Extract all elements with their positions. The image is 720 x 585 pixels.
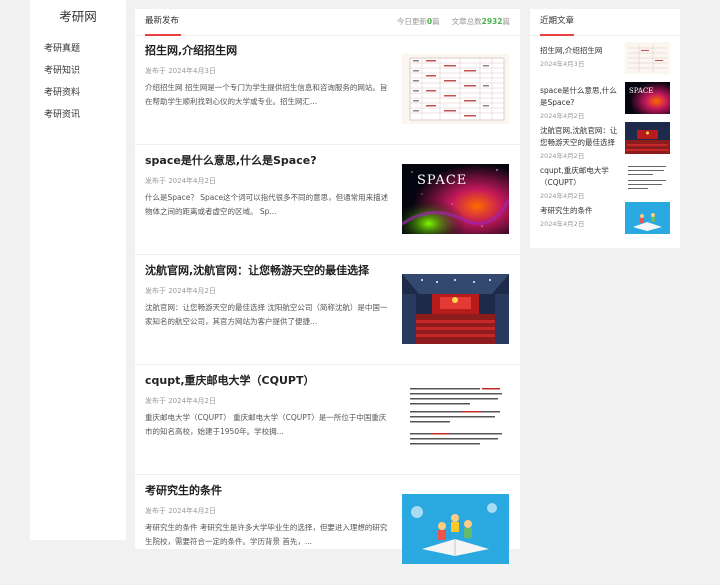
nav-item-materials[interactable]: 考研资料 bbox=[44, 82, 126, 104]
post-excerpt: 沈航官网：让您畅游天空的最佳选择 沈阳航空公司（简称沈航）是中国一家知名的航空公… bbox=[145, 303, 388, 326]
post-date: 发布于 2024年4月2日 bbox=[145, 507, 216, 515]
post-item: 考研究生的条件 发布于 2024年4月2日 考研究生的条件 考研究生是许多大学毕… bbox=[135, 476, 520, 585]
main-header: 最新发布 今日更新0篇 文章总数2932篇 bbox=[135, 9, 520, 36]
post-date: 发布于 2024年4月2日 bbox=[145, 287, 216, 295]
post-excerpt: 什么是Space？ Space这个词可以指代很多不同的意思，但通常用来描述物体之… bbox=[145, 193, 389, 216]
recent-posts-title: 近期文章 bbox=[540, 9, 575, 36]
text-document-thumb[interactable] bbox=[625, 162, 670, 194]
post-stats: 今日更新0篇 文章总数2932篇 bbox=[397, 9, 510, 34]
total-prefix: 文章总数 bbox=[451, 17, 482, 26]
post-date: 发布于 2024年4月2日 bbox=[145, 177, 216, 185]
post-title[interactable]: 沈航官网,沈航官网：让您畅游天空的最佳选择 bbox=[145, 262, 390, 278]
nav-item-news[interactable]: 考研资讯 bbox=[44, 104, 126, 126]
recent-post-title[interactable]: 沈航官网,沈航官网：让您畅游天空的最佳选择 bbox=[540, 125, 622, 149]
students-illustration-image[interactable] bbox=[402, 494, 509, 564]
post-item: 招生网,介绍招生网 发布于 2024年4月3日 介绍招生网 招生网是一个专门为学… bbox=[135, 36, 520, 145]
post-excerpt: 重庆邮电大学（CQUPT） 重庆邮电大学（CQUPT）是一所位于中国重庆市的知名… bbox=[145, 413, 387, 436]
table-document-thumb[interactable] bbox=[625, 42, 670, 74]
nav-item-knowledge[interactable]: 考研知识 bbox=[44, 60, 126, 82]
post-excerpt: 介绍招生网 招生网是一个专门为学生提供招生信息和咨询服务的网站。旨在帮助学生顺利… bbox=[145, 83, 388, 106]
post-title[interactable]: 招生网,介绍招生网 bbox=[145, 42, 390, 58]
post-date: 发布于 2024年4月2日 bbox=[145, 397, 216, 405]
table-document-image[interactable] bbox=[402, 54, 509, 124]
recent-posts-header: 近期文章 bbox=[530, 9, 680, 36]
space-thumb-text: SPACE bbox=[417, 173, 467, 188]
nav-item-exam-papers[interactable]: 考研真题 bbox=[44, 38, 126, 60]
today-prefix: 今日更新 bbox=[396, 17, 427, 26]
recent-post-item: 招生网,介绍招生网 2024年4月3日 bbox=[540, 36, 670, 76]
post-title[interactable]: space是什么意思,什么是Space? bbox=[145, 152, 390, 168]
recent-post-title[interactable]: space是什么意思,什么是Space? bbox=[540, 85, 622, 109]
recent-post-item: 沈航官网,沈航官网：让您畅游天空的最佳选择 2024年4月2日 bbox=[540, 116, 670, 160]
recent-post-item: cqupt,重庆邮电大学（CQUPT） 2024年4月2日 bbox=[540, 156, 670, 200]
recent-post-item: space是什么意思,什么是Space? 2024年4月2日 SPACE bbox=[540, 76, 670, 120]
latest-posts-title: 最新发布 bbox=[145, 9, 182, 36]
text-document-image[interactable] bbox=[402, 384, 509, 454]
space-image[interactable]: SPACE bbox=[402, 164, 509, 234]
post-excerpt: 考研究生的条件 考研究生是许多大学毕业生的选择，但要进入理想的研究生院校，需要符… bbox=[145, 523, 388, 546]
students-illustration-thumb[interactable] bbox=[625, 202, 670, 234]
auditorium-image[interactable] bbox=[402, 274, 509, 344]
post-item: cqupt,重庆邮电大学（CQUPT） 发布于 2024年4月2日 重庆邮电大学… bbox=[135, 366, 520, 475]
recent-post-item: 考研究生的条件 2024年4月2日 bbox=[540, 196, 670, 236]
post-date: 发布于 2024年4月3日 bbox=[145, 67, 216, 75]
space-thumb[interactable]: SPACE bbox=[625, 82, 670, 114]
left-sidebar: 考研网 考研真题 考研知识 考研资料 考研资讯 bbox=[30, 0, 126, 540]
post-title[interactable]: 考研究生的条件 bbox=[145, 482, 390, 498]
recent-post-title[interactable]: cqupt,重庆邮电大学（CQUPT） bbox=[540, 165, 622, 189]
post-item: 沈航官网,沈航官网：让您畅游天空的最佳选择 发布于 2024年4月2日 沈航官网… bbox=[135, 256, 520, 365]
recent-post-title[interactable]: 招生网,介绍招生网 bbox=[540, 45, 622, 57]
total-count: 2932 bbox=[481, 17, 503, 26]
post-item: space是什么意思,什么是Space? 发布于 2024年4月2日 什么是Sp… bbox=[135, 146, 520, 255]
main-content: 最新发布 今日更新0篇 文章总数2932篇 招生网,介绍招生网 发布于 2024年… bbox=[135, 9, 520, 585]
recent-posts-widget: 近期文章 招生网,介绍招生网 2024年4月3日 space是什么意思,什么是S… bbox=[530, 9, 680, 248]
post-title[interactable]: cqupt,重庆邮电大学（CQUPT） bbox=[145, 372, 390, 388]
recent-post-date: 2024年4月2日 bbox=[540, 220, 585, 228]
auditorium-thumb[interactable] bbox=[625, 122, 670, 154]
space-thumb-small-text: SPACE bbox=[629, 87, 653, 95]
recent-post-date: 2024年4月3日 bbox=[540, 60, 585, 68]
total-suffix: 篇 bbox=[502, 17, 511, 26]
recent-post-title[interactable]: 考研究生的条件 bbox=[540, 205, 622, 217]
today-suffix: 篇 bbox=[432, 17, 440, 26]
site-logo[interactable]: 考研网 bbox=[30, 0, 126, 34]
